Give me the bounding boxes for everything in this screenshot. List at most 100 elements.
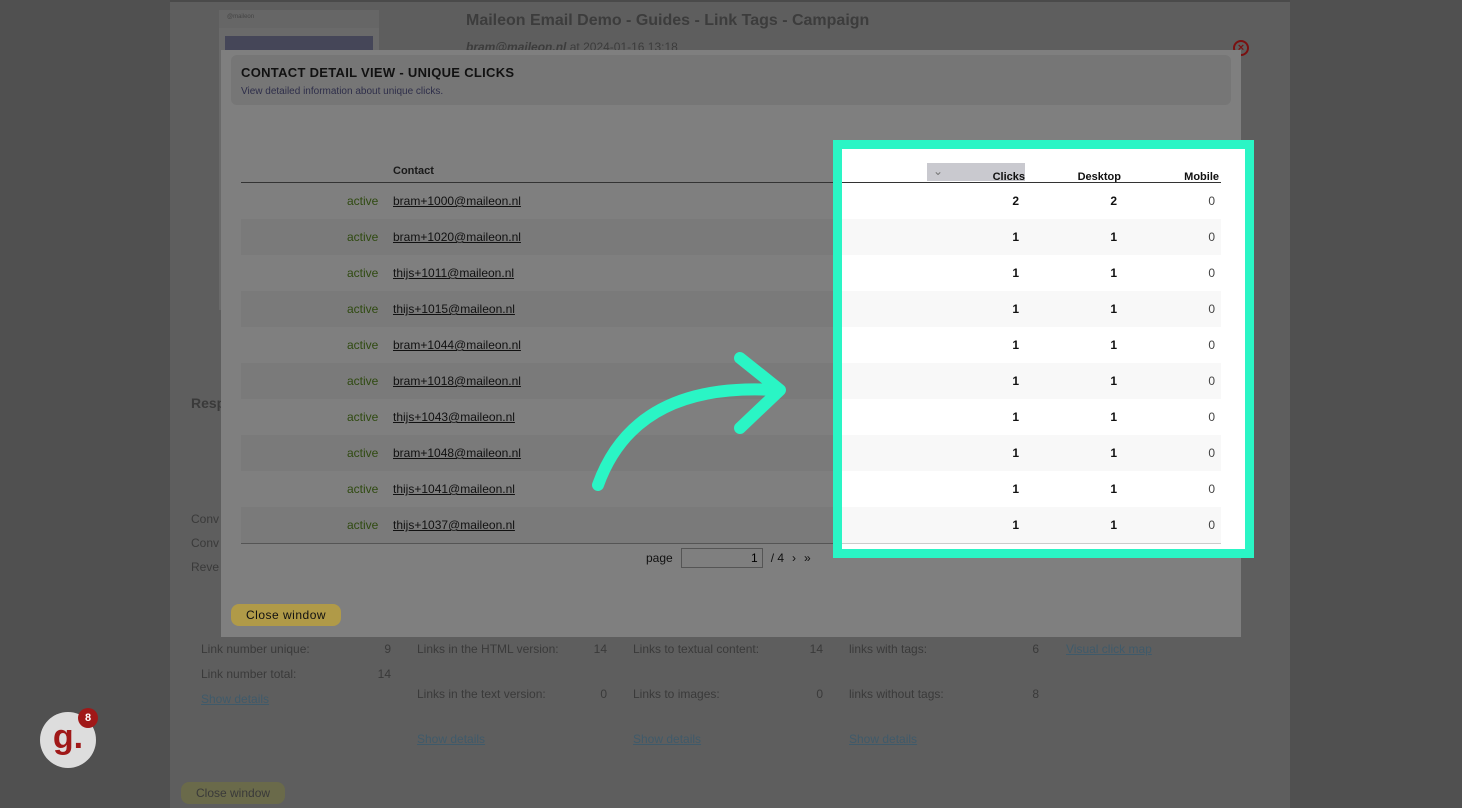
- mobile-value: 0: [1208, 518, 1215, 532]
- show-details-link[interactable]: Show details: [201, 692, 391, 706]
- close-window-button[interactable]: Close window: [231, 604, 342, 626]
- desktop-value: 1: [1110, 482, 1117, 496]
- page-total: / 4: [770, 551, 785, 565]
- notification-count: 8: [78, 708, 98, 728]
- mobile-value: 0: [1208, 266, 1215, 280]
- contact-email-link[interactable]: bram+1048@maileon.nl: [393, 446, 521, 460]
- pagination: page / 4 › »: [646, 548, 811, 568]
- desktop-value: 1: [1110, 446, 1117, 460]
- desktop-value: 1: [1110, 374, 1117, 388]
- stat-label: Links in the HTML version:: [417, 642, 559, 656]
- close-window-button[interactable]: Close window: [181, 782, 286, 804]
- chevron-down-icon: ⌄: [933, 164, 944, 178]
- contact-email-link[interactable]: bram+1018@maileon.nl: [393, 374, 521, 388]
- desktop-value: 1: [1110, 230, 1117, 244]
- row-label: Conv: [191, 536, 220, 550]
- thumb-brand: @maileon: [219, 10, 379, 28]
- stat-value: 14: [593, 642, 607, 656]
- contact-email-link[interactable]: bram+1000@maileon.nl: [393, 194, 521, 208]
- status-label: active: [347, 410, 379, 424]
- modal-title: CONTACT DETAIL VIEW - UNIQUE CLICKS: [241, 65, 515, 80]
- column-header-contact[interactable]: Contact: [393, 165, 434, 177]
- desktop-value: 1: [1110, 518, 1117, 532]
- clicks-value: 1: [1012, 482, 1019, 496]
- stat-label: Links in the text version:: [417, 687, 546, 701]
- stat-label: Link number unique:: [201, 642, 310, 656]
- table-row: 1 1 0: [842, 291, 1221, 327]
- stat-label: Link number total:: [201, 667, 297, 681]
- next-page-icon[interactable]: ›: [792, 551, 796, 565]
- show-details-link[interactable]: Show details: [849, 732, 1039, 746]
- modal-subtitle: View detailed information about unique c…: [241, 86, 444, 97]
- status-label: active: [347, 338, 379, 352]
- contact-email-link[interactable]: bram+1044@maileon.nl: [393, 338, 521, 352]
- clicks-value: 1: [1012, 230, 1019, 244]
- status-label: active: [347, 518, 379, 532]
- show-details-link[interactable]: Show details: [633, 732, 823, 746]
- table-row: 1 1 0: [842, 219, 1221, 255]
- table-row: 1 1 0: [842, 327, 1221, 363]
- stat-value: 8: [1032, 687, 1039, 701]
- mobile-value: 0: [1208, 410, 1215, 424]
- table-row: 1 1 0: [842, 507, 1221, 543]
- row-label: Conv: [191, 512, 220, 526]
- page-input[interactable]: [680, 548, 763, 568]
- stats-column: Links in the HTML version: 14 Links in the…: [417, 642, 607, 746]
- table-row: 1 1 0: [842, 399, 1221, 435]
- clicks-value: 1: [1012, 374, 1019, 388]
- mobile-value: 0: [1208, 374, 1215, 388]
- stat-label: Links to textual content:: [633, 642, 760, 656]
- annotation-arrow-icon: [592, 352, 786, 491]
- mobile-value: 0: [1208, 446, 1215, 460]
- stats-column: Links to textual content: 14 Links to imag…: [633, 642, 823, 746]
- stat-value: 0: [600, 687, 607, 701]
- contact-email-link[interactable]: thijs+1015@maileon.nl: [393, 302, 515, 316]
- show-details-link[interactable]: Show details: [417, 732, 607, 746]
- stat-value: 14: [809, 642, 823, 656]
- table-row: 1 1 0: [842, 471, 1221, 507]
- clicks-value: 1: [1012, 518, 1019, 532]
- desktop-value: 1: [1110, 338, 1117, 352]
- mobile-value: 0: [1208, 230, 1215, 244]
- contact-email-link[interactable]: thijs+1041@maileon.nl: [393, 482, 515, 496]
- desktop-value: 1: [1110, 410, 1117, 424]
- clicks-value: 1: [1012, 446, 1019, 460]
- last-page-icon[interactable]: »: [804, 551, 811, 565]
- contact-email-link[interactable]: thijs+1043@maileon.nl: [393, 410, 515, 424]
- row-label: Reve: [191, 560, 220, 574]
- contact-email-link[interactable]: bram+1020@maileon.nl: [393, 230, 521, 244]
- guide-app-badge[interactable]: 8 g.: [40, 708, 98, 768]
- stat-value: 14: [377, 667, 391, 681]
- highlighted-clicks-columns: ⌄ Clicks Desktop Mobile 2201101101101101…: [833, 140, 1254, 558]
- status-label: active: [347, 266, 379, 280]
- stat-label: links without tags:: [849, 687, 944, 701]
- clicks-value: 1: [1012, 302, 1019, 316]
- visual-click-map-link[interactable]: Visual click map: [1066, 642, 1152, 656]
- stat-value: 6: [1032, 642, 1039, 656]
- mobile-value: 0: [1208, 194, 1215, 208]
- clicks-value: 1: [1012, 410, 1019, 424]
- modal-header: CONTACT DETAIL VIEW - UNIQUE CLICKS View…: [231, 55, 1231, 105]
- contact-email-link[interactable]: thijs+1037@maileon.nl: [393, 518, 515, 532]
- stats-column: Link number unique: 9 Link number total: 14…: [201, 642, 391, 706]
- clicks-value: 1: [1012, 266, 1019, 280]
- stat-value: 0: [816, 687, 823, 701]
- table-row: 2 2 0: [842, 183, 1221, 219]
- mobile-value: 0: [1208, 482, 1215, 496]
- status-label: active: [347, 482, 379, 496]
- status-label: active: [347, 194, 379, 208]
- status-label: active: [347, 302, 379, 316]
- stats-column: links with tags: 6 links without tags: 8 Sho…: [849, 642, 1039, 746]
- status-label: active: [347, 230, 379, 244]
- mobile-value: 0: [1208, 302, 1215, 316]
- desktop-value: 1: [1110, 266, 1117, 280]
- status-label: active: [347, 446, 379, 460]
- contact-email-link[interactable]: thijs+1011@maileon.nl: [393, 266, 514, 280]
- stat-label: links with tags:: [849, 642, 928, 656]
- stat-value: 9: [384, 642, 391, 656]
- page-label: page: [646, 551, 673, 565]
- status-label: active: [347, 374, 379, 388]
- desktop-value: 2: [1110, 194, 1117, 208]
- mobile-value: 0: [1208, 338, 1215, 352]
- table-row: 1 1 0: [842, 363, 1221, 399]
